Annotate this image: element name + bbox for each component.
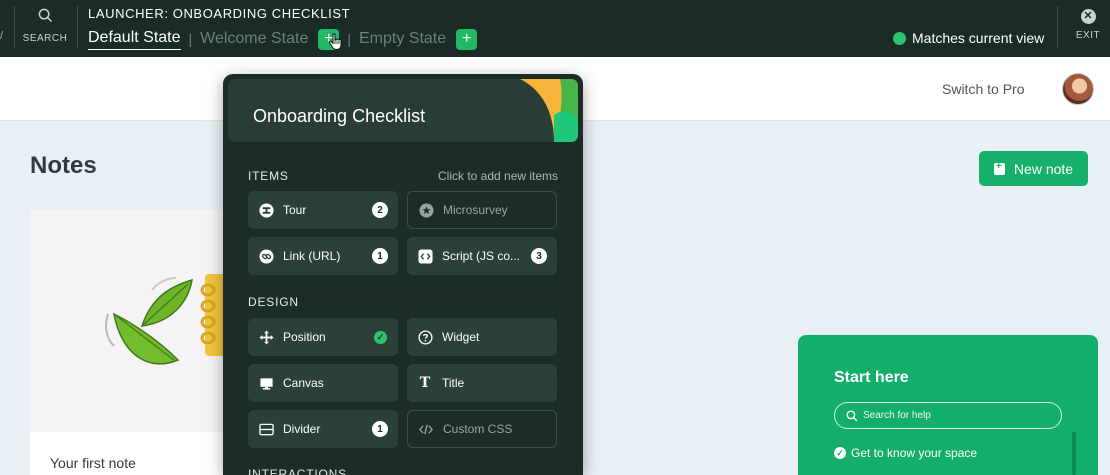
switch-to-pro-link[interactable]: Switch to Pro [942,81,1024,97]
link-icon [258,248,274,264]
item-label: Link (URL) [283,249,341,263]
item-label: Script (JS co... [442,249,521,263]
panel-header: Onboarding Checklist [228,79,578,142]
section-design-heading: DESIGN [248,295,299,309]
count-badge: 2 [372,202,388,218]
item-label: Widget [442,330,480,344]
help-widget: Start here Search for help ✓ Get to know… [798,335,1098,475]
checklist-panel: Onboarding Checklist ITEMS Click to add … [223,74,583,475]
tab-default-state[interactable]: Default State [88,29,181,50]
divider-icon [258,421,274,437]
move-icon [258,329,274,345]
tour-icon [258,202,274,218]
title-icon: T [419,375,431,391]
help-search-input[interactable]: Search for help [834,402,1062,429]
match-status-text: Matches current view [912,30,1045,46]
item-label: Canvas [283,376,324,390]
section-interactions-heading: INTERACTIONS [248,467,347,475]
divider [14,6,15,48]
help-item-label: Get to know your space [851,446,978,460]
help-list-item[interactable]: ✓ Get to know your space [834,446,977,460]
microsurvey-icon [418,202,434,218]
hand-cursor-icon [328,33,342,51]
items-hint: Click to add new items [438,169,559,183]
design-custom-css[interactable]: Custom CSS [407,410,557,448]
item-microsurvey[interactable]: Microsurvey [407,191,557,229]
divider [77,6,78,48]
note-card[interactable]: Your first note [30,210,225,475]
search-button[interactable]: SEARCH [22,8,68,44]
item-label: Position [283,330,326,344]
plus-icon: + [461,30,472,47]
item-label: Microsurvey [443,203,508,217]
monitor-icon [258,375,274,391]
count-badge: 1 [372,421,388,437]
status-dot [893,31,906,45]
search-icon [38,8,52,23]
new-note-label: New note [1013,160,1074,177]
check-icon: ✓ [834,447,846,459]
design-title[interactable]: T Title [407,364,557,402]
tab-separator: | [188,31,193,47]
help-search-placeholder: Search for help [863,410,931,421]
item-script[interactable]: Script (JS co... 3 [407,237,557,275]
page-title: Notes [30,152,97,179]
new-note-button[interactable]: New note [979,151,1088,186]
brand-corner-graphic [520,79,578,142]
close-icon: ✕ [1080,9,1096,24]
launcher-title: LAUNCHER: ONBOARDING CHECKLIST [88,6,351,21]
search-label: SEARCH [22,33,68,44]
tab-empty-state[interactable]: Empty State [359,30,446,48]
question-icon [417,329,433,345]
item-label: Custom CSS [443,422,513,436]
exit-button[interactable]: ✕ EXIT [1066,9,1110,41]
exit-label: EXIT [1075,30,1101,41]
editor-bar: / SEARCH LAUNCHER: ONBOARDING CHECKLIST … [0,0,1110,57]
item-label: Title [442,376,465,390]
scrollbar[interactable] [1072,432,1076,475]
script-icon [417,248,433,264]
note-illustration [30,210,225,432]
search-icon [846,409,858,421]
panel-title: Onboarding Checklist [253,106,426,126]
state-tabs: Default State | Welcome State + | Empty … [88,27,478,51]
item-tour[interactable]: Tour 2 [248,191,398,229]
tab-welcome-state[interactable]: Welcome State [200,30,308,48]
tab-separator: | [347,31,351,47]
help-title: Start here [834,369,909,386]
section-items-heading: ITEMS [248,169,289,183]
design-position[interactable]: Position ✓ [248,318,398,356]
note-title: Your first note [50,455,136,471]
divider [1057,6,1058,48]
add-empty-state-button[interactable]: + [456,28,478,50]
design-canvas[interactable]: Canvas [248,364,398,402]
design-divider[interactable]: Divider 1 [248,410,398,448]
code-icon [418,421,434,437]
note-add-icon [993,161,1005,175]
match-status: Matches current view [893,30,1044,46]
design-widget[interactable]: Widget [407,318,557,356]
toolbar-edge-glyph: / [0,30,4,42]
avatar[interactable] [1062,73,1094,105]
item-label: Divider [283,422,321,436]
count-badge: 3 [531,248,547,264]
count-badge: 1 [372,248,388,264]
check-icon: ✓ [374,330,387,344]
item-link-url[interactable]: Link (URL) 1 [248,237,398,275]
item-label: Tour [283,203,307,217]
